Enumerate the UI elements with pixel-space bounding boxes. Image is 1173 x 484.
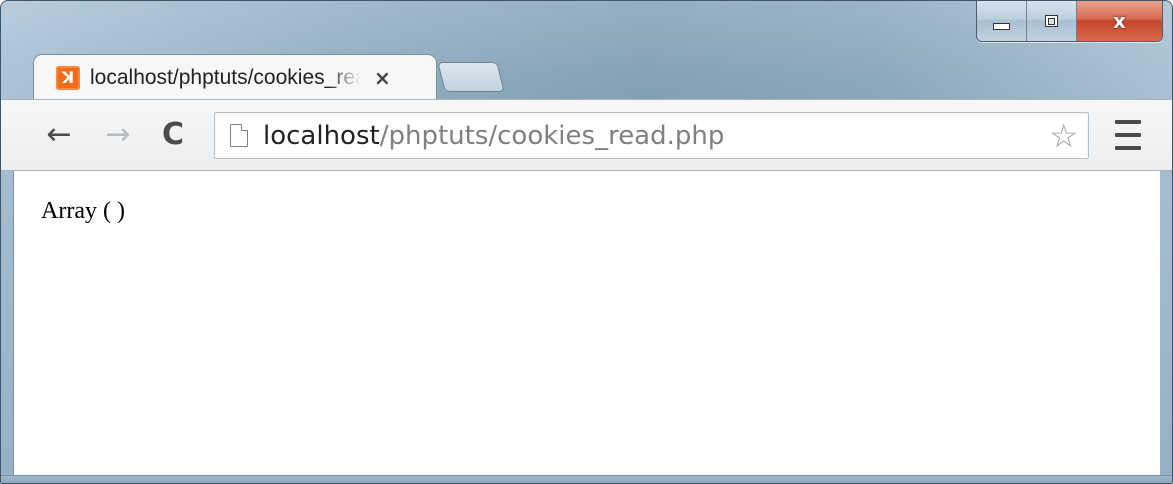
bookmark-star-icon[interactable]: ☆ [1049,117,1078,155]
window-frame-right [1159,171,1172,483]
page-content: Array ( ) [14,171,1160,477]
xampp-icon: ꓘ [56,65,80,90]
page-icon [230,124,248,147]
minimize-icon [993,22,1010,30]
window-controls: x [976,1,1163,42]
maximize-icon [1045,15,1058,27]
window-frame-left [1,171,14,483]
browser-window: x ꓘ localhost/phptuts/cookies_read.php ×… [0,0,1173,484]
menu-icon[interactable] [1115,120,1141,150]
close-icon: x [1113,9,1126,33]
tab-active[interactable]: ꓘ localhost/phptuts/cookies_read.php × [33,54,437,100]
toolbar: ← → C localhost/phptuts/cookies_read.php… [1,99,1172,171]
tab-close-icon[interactable]: × [374,66,391,90]
new-tab-button[interactable] [437,62,505,92]
page-body-text: Array ( ) [41,198,125,224]
close-window-button[interactable]: x [1077,1,1162,41]
url-host: localhost [263,121,380,151]
forward-arrow-icon[interactable]: → [98,114,138,154]
reload-icon[interactable]: C [153,114,193,154]
minimize-button[interactable] [977,1,1027,41]
maximize-button[interactable] [1027,1,1077,41]
address-url[interactable]: localhost/phptuts/cookies_read.php [263,119,724,153]
tab-title: localhost/phptuts/cookies_read.php [90,65,360,89]
back-arrow-icon[interactable]: ← [39,114,79,154]
address-bar[interactable]: localhost/phptuts/cookies_read.php ☆ [214,112,1089,159]
window-frame-bottom [1,475,1172,483]
url-path: /phptuts/cookies_read.php [379,121,725,151]
